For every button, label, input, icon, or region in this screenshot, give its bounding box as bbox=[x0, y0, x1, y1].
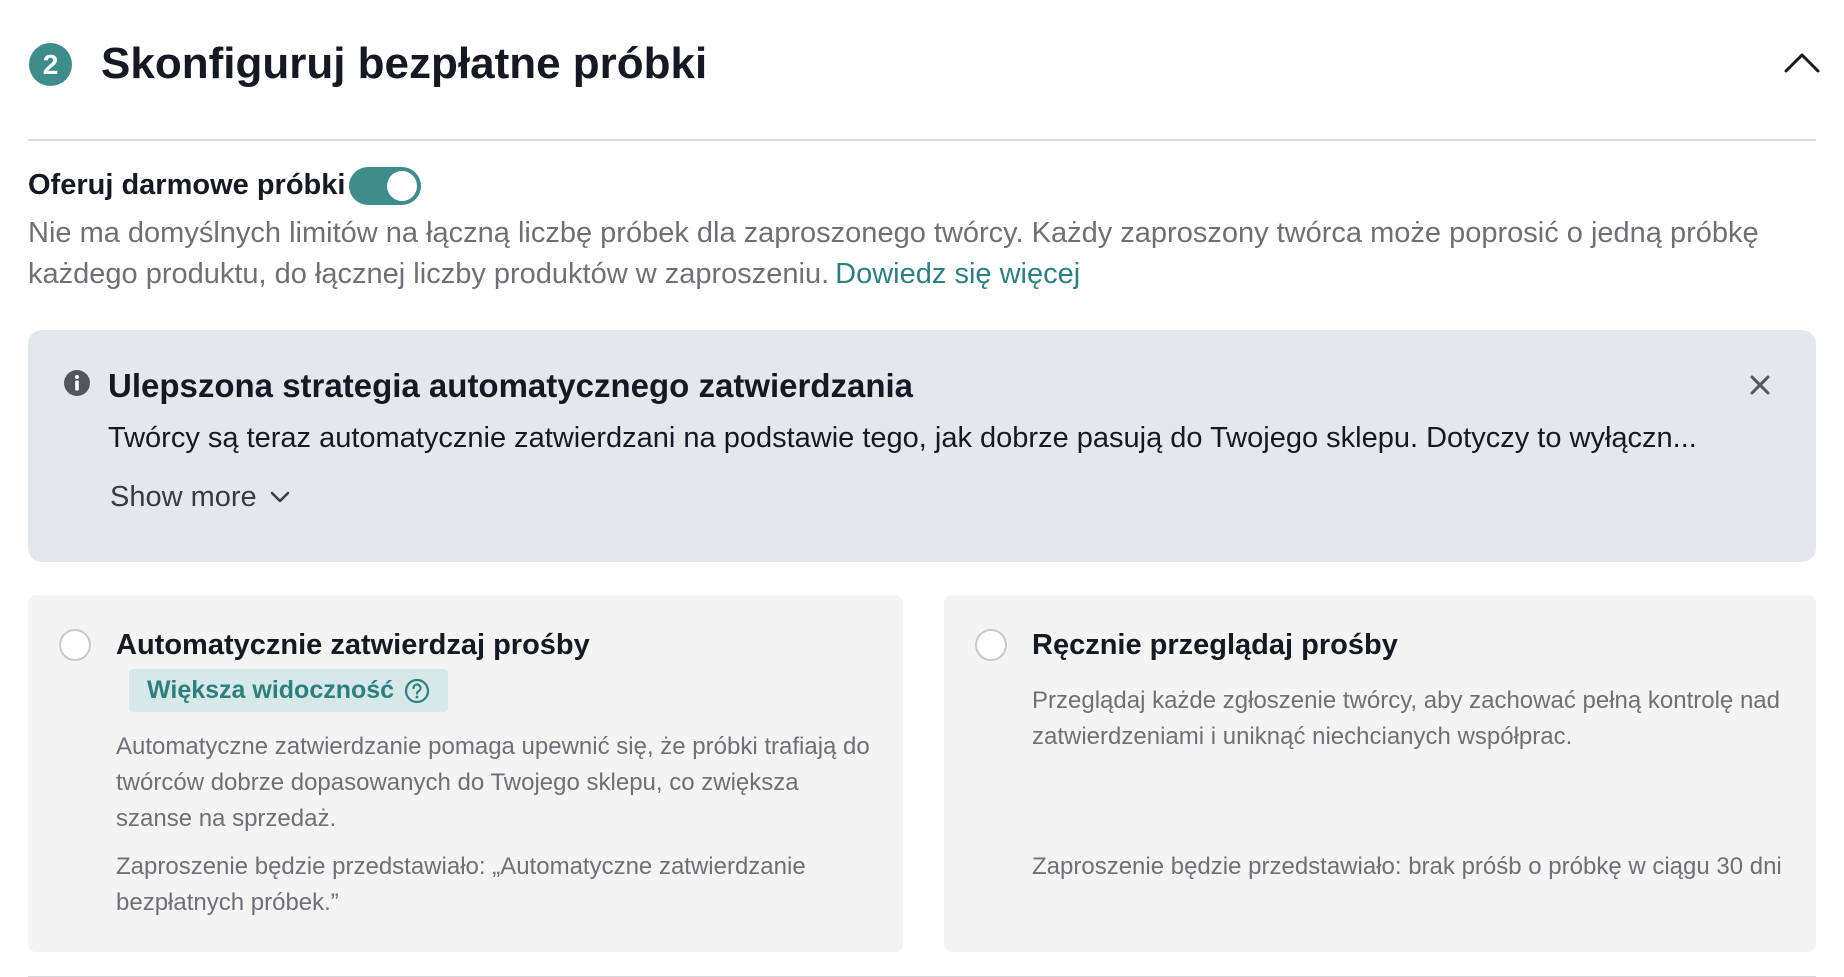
manual-review-radio[interactable] bbox=[975, 629, 1007, 661]
manual-review-invitation-note: Zaproszenie będzie przedstawiało: brak p… bbox=[1032, 853, 1782, 880]
auto-approve-description: Automatyczne zatwierdzanie pomaga upewni… bbox=[116, 733, 870, 832]
visibility-tag: Większa widoczność bbox=[129, 669, 449, 712]
step-number-badge: 2 bbox=[29, 43, 72, 86]
show-more-label: Show more bbox=[110, 481, 257, 513]
help-circle-icon[interactable] bbox=[404, 678, 430, 704]
toggle-knob bbox=[387, 171, 417, 201]
section-divider bbox=[28, 139, 1816, 141]
chevron-down-icon bbox=[270, 491, 289, 503]
section-title: Skonfiguruj bezpłatne próbki bbox=[101, 39, 708, 88]
close-icon bbox=[1750, 375, 1770, 395]
auto-approve-invitation-note: Zaproszenie będzie przedstawiało: „Autom… bbox=[116, 853, 806, 916]
banner-close-button[interactable] bbox=[1745, 370, 1775, 400]
collapse-button[interactable] bbox=[1780, 47, 1824, 79]
chevron-up-icon bbox=[1784, 53, 1820, 73]
banner-text: Twórcy są teraz automatycznie zatwierdza… bbox=[108, 422, 1697, 454]
show-more-button[interactable]: Show more bbox=[110, 477, 291, 517]
free-samples-toggle-label: Oferuj darmowe próbki bbox=[28, 169, 346, 201]
learn-more-link[interactable]: Dowiedz się więcej bbox=[835, 258, 1080, 290]
info-icon bbox=[63, 369, 91, 397]
auto-approve-title: Automatycznie zatwierdzaj prośby bbox=[116, 629, 590, 661]
manual-review-title: Ręcznie przeglądaj prośby bbox=[1032, 629, 1398, 661]
manual-review-description: Przeglądaj każde zgłoszenie twórcy, aby … bbox=[1032, 687, 1780, 750]
banner-title: Ulepszona strategia automatycznego zatwi… bbox=[108, 367, 914, 404]
auto-approve-radio[interactable] bbox=[59, 629, 91, 661]
visibility-tag-label: Większa widoczność bbox=[147, 676, 395, 704]
free-samples-toggle[interactable] bbox=[349, 167, 421, 205]
free-samples-description: Nie ma domyślnych limitów na łączną licz… bbox=[28, 213, 1808, 295]
